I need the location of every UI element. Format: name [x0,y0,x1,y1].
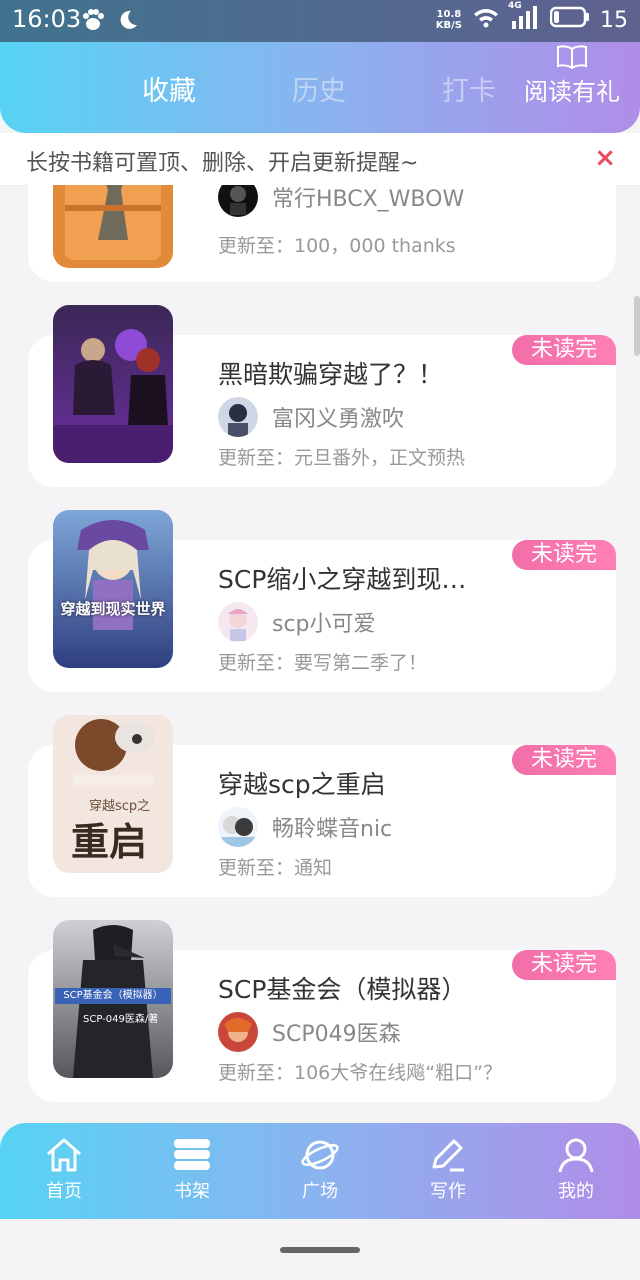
cover-title: SCP基金会（模拟器） [55,988,171,1004]
book-cover [53,185,173,268]
book-card[interactable]: 黑暗欺骗穿越了？！ 富冈义勇激吹 更新至：元旦番外，正文预热 未读完 [28,305,616,487]
book-title: 黑暗欺骗穿越了？！ [218,360,444,389]
nav-profile[interactable]: 我的 [536,1137,616,1203]
book-title: SCP缩小之穿越到现… [218,565,467,594]
author-avatar [218,397,258,437]
user-icon [558,1138,594,1173]
unread-badge: 未读完 [512,950,616,980]
update-info: 更新至：通知 [218,857,333,879]
book-card[interactable]: 穿越scp之 重启 穿越scp之重启 畅聆蝶音nic 更新至：通知 未读完 [28,715,616,897]
book-cover: SCP基金会（模拟器） SCP-049医森/著 [53,920,173,1078]
top-header: 16:03 10.8 KB/S 4G 15 收藏 历史 打卡 阅读有礼 [0,0,640,133]
book-cover [53,305,173,463]
close-icon[interactable]: × [594,143,616,173]
author-avatar [218,807,258,847]
tab-checkin[interactable]: 打卡 [442,69,496,108]
paw-icon [80,8,106,36]
nav-write-label: 写作 [430,1181,466,1202]
signal-icon: 4G [508,1,540,35]
author-avatar [218,185,258,217]
update-info: 更新至：100，000 thanks [218,235,456,257]
nav-square[interactable]: 广场 [280,1137,360,1203]
bookshelf-icon [174,1139,210,1170]
author-avatar [218,1012,258,1052]
unread-badge: 未读完 [512,745,616,775]
network-speed: 10.8 KB/S [435,9,462,31]
cover-title: 重启 [71,819,148,864]
book-cover: 穿越scp之 重启 [53,715,173,873]
home-icon [47,1138,81,1172]
bottom-navigation: 首页 书架 广场 写作 我的 [0,1123,640,1219]
nav-bookshelf-label: 书架 [174,1181,210,1202]
open-book-icon [557,45,587,70]
nav-write[interactable]: 写作 [408,1137,488,1203]
status-time: 16:03 [12,5,82,33]
battery-icon [549,6,590,34]
planet-icon [301,1140,339,1170]
nav-square-label: 广场 [302,1181,338,1202]
author-name: SCP049医森 [272,1022,401,1047]
nav-profile-label: 我的 [558,1181,594,1202]
pen-icon [432,1139,464,1172]
author-row: SCP049医森 [218,1012,401,1052]
tip-text: 长按书籍可置顶、删除、开启更新提醒~ [26,151,419,176]
unread-badge: 未读完 [512,540,616,570]
book-card[interactable]: SCP基金会（模拟器） SCP-049医森/著 SCP基金会（模拟器） SCP0… [28,920,616,1102]
tab-history[interactable]: 历史 [292,69,346,108]
moon-icon [116,8,140,36]
wifi-icon [472,6,500,34]
book-title: 穿越scp之重启 [218,770,386,799]
author-name: 常行HBCX_WBOW [272,187,465,212]
reading-reward-button[interactable]: 阅读有礼 [524,44,620,107]
bookshelf-list: 常行HBCX_WBOW 更新至：100，000 thanks 黑暗欺骗穿越了？！… [0,185,640,1123]
book-card[interactable]: 常行HBCX_WBOW 更新至：100，000 thanks [28,185,616,282]
status-bar: 16:03 10.8 KB/S 4G 15 [0,0,640,42]
author-row: 常行HBCX_WBOW [218,185,464,217]
book-title: SCP基金会（模拟器） [218,975,467,1004]
nav-bookshelf[interactable]: 书架 [152,1137,232,1203]
battery-level: 15 [600,7,628,33]
book-card[interactable]: 穿越到现实世界 SCP缩小之穿越到现… scp小可爱 更新至：要写第二季了！ 未… [28,510,616,692]
update-info: 更新至：要写第二季了！ [218,652,428,674]
cover-subtitle: SCP-049医森/著 [83,1014,159,1025]
author-row: scp小可爱 [218,602,376,642]
author-row: 富冈义勇激吹 [218,397,404,437]
nav-home[interactable]: 首页 [24,1137,104,1203]
nav-home-label: 首页 [46,1181,82,1202]
author-name: scp小可爱 [272,612,376,637]
author-name: 畅聆蝶音nic [272,817,393,842]
update-info: 更新至：元旦番外，正文预热 [218,447,466,469]
author-name: 富冈义勇激吹 [272,407,405,432]
unread-badge: 未读完 [512,335,616,365]
tip-banner: 长按书籍可置顶、删除、开启更新提醒~ × [0,133,640,186]
book-cover: 穿越到现实世界 [53,510,173,668]
gesture-bar[interactable] [280,1247,360,1253]
author-avatar [218,602,258,642]
update-info: 更新至：106大爷在线飚“粗口”？ [218,1062,502,1084]
tab-favorites[interactable]: 收藏 [142,69,196,108]
author-row: 畅聆蝶音nic [218,807,392,847]
reward-label: 阅读有礼 [524,78,620,106]
scroll-indicator[interactable] [634,296,640,356]
cover-title: 穿越到现实世界 [60,600,166,618]
